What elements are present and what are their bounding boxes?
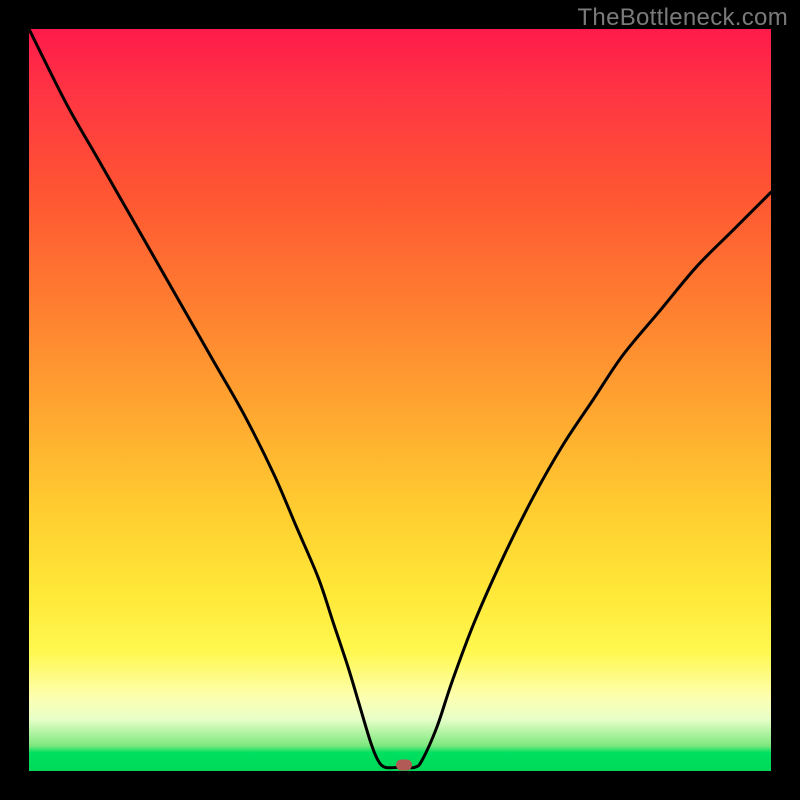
- chart-frame: TheBottleneck.com: [0, 0, 800, 800]
- bottleneck-curve: [29, 29, 771, 771]
- watermark-text: TheBottleneck.com: [577, 4, 788, 32]
- plot-area: [29, 29, 771, 771]
- optimal-point-marker: [396, 760, 412, 771]
